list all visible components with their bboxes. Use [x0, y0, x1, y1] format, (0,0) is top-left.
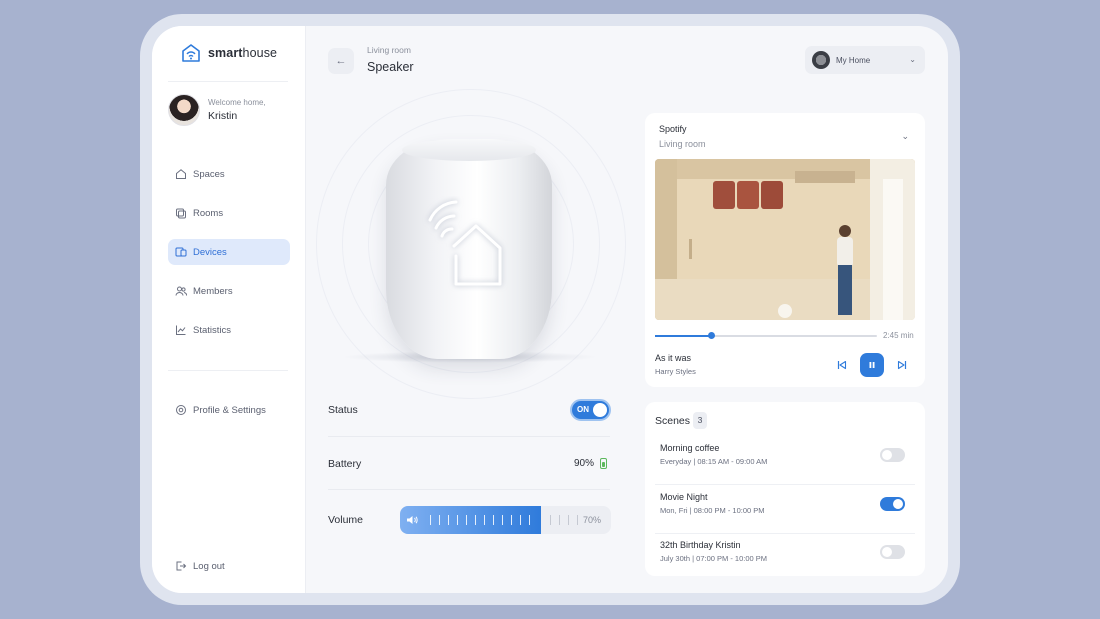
- smarthouse-logo-icon: [182, 44, 200, 62]
- avatar: [168, 94, 200, 126]
- player-source: Spotify: [659, 124, 687, 134]
- scene-item[interactable]: Morning coffee Everyday | 08:15 AM - 09:…: [645, 437, 925, 485]
- status-label: Status: [328, 404, 358, 416]
- chevron-down-icon: ⌄: [909, 55, 916, 64]
- statistics-icon: [176, 325, 186, 335]
- speaker-top: [402, 139, 536, 161]
- scene-item[interactable]: 32th Birthday Kristin July 30th | 07:00 …: [645, 534, 925, 582]
- progress-fill: [655, 335, 711, 337]
- divider: [655, 484, 915, 485]
- home-avatar: [812, 51, 830, 69]
- volume-label: Volume: [328, 514, 364, 526]
- sidebar-item-label: Devices: [193, 246, 227, 258]
- members-icon: [175, 286, 187, 296]
- toggle-knob: [593, 403, 607, 417]
- sidebar-item-label: Rooms: [193, 207, 224, 219]
- sidebar-item-spaces[interactable]: Spaces: [168, 161, 290, 187]
- logout-button[interactable]: Log out: [168, 553, 290, 579]
- volume-ticks: [430, 515, 530, 525]
- home-icon: [176, 169, 186, 179]
- scene-schedule: Everyday | 08:15 AM - 09:00 AM: [660, 457, 768, 466]
- home-selector-label: My Home: [836, 55, 871, 65]
- playback-progress[interactable]: [655, 332, 877, 339]
- sidebar-item-label: Spaces: [193, 168, 225, 180]
- divider: [168, 370, 288, 371]
- sidebar-item-devices[interactable]: Devices: [168, 239, 290, 265]
- devices-icon: [175, 247, 187, 257]
- toggle-state-label: ON: [577, 405, 589, 414]
- battery-label: Battery: [328, 458, 362, 470]
- scene-schedule: July 30th | 07:00 PM - 10:00 PM: [660, 554, 768, 563]
- battery-icon: [600, 458, 607, 469]
- chevron-down-icon[interactable]: ⌄: [901, 131, 909, 142]
- divider: [328, 489, 610, 490]
- sidebar-item-statistics[interactable]: Statistics: [168, 317, 290, 343]
- volume-value: 70%: [582, 515, 601, 525]
- sidebar-item-rooms[interactable]: Rooms: [168, 200, 290, 226]
- gear-icon: [176, 405, 186, 415]
- volume-slider[interactable]: 70%: [400, 506, 611, 534]
- scenes-title: Scenes: [655, 415, 691, 427]
- scene-name: 32th Birthday Kristin: [660, 540, 741, 550]
- sidebar: smarthouse Welcome home, Kristin Spaces …: [152, 26, 306, 593]
- back-button[interactable]: ←: [328, 48, 354, 74]
- arrow-left-icon: ←: [335, 55, 347, 67]
- scene-toggle[interactable]: [880, 497, 905, 511]
- scene-name: Morning coffee: [660, 443, 720, 453]
- app-screen: smarthouse Welcome home, Kristin Spaces …: [152, 26, 948, 593]
- skip-back-icon: [837, 360, 847, 370]
- sidebar-item-label: Statistics: [193, 324, 232, 336]
- pause-button[interactable]: [860, 353, 884, 377]
- brand-name: smarthouse: [208, 46, 278, 60]
- welcome-text: Welcome home,: [208, 98, 266, 107]
- song-title: As it was: [655, 353, 692, 363]
- page-title: Speaker: [367, 60, 414, 74]
- scene-name: Movie Night: [660, 492, 708, 502]
- music-player-card: Spotify Living room ⌄ 2:45 min As it was: [645, 113, 925, 387]
- skip-forward-icon: [897, 360, 907, 370]
- user-name: Kristin: [208, 110, 238, 122]
- scene-toggle[interactable]: [880, 448, 905, 462]
- smarthouse-speaker-logo-icon: [428, 200, 502, 286]
- next-track-button[interactable]: [890, 353, 914, 377]
- player-room: Living room: [659, 139, 706, 149]
- sidebar-item-label: Profile & Settings: [193, 404, 266, 416]
- home-selector[interactable]: My Home ⌄: [805, 46, 925, 74]
- artist-name: Harry Styles: [655, 367, 696, 376]
- scenes-count-badge: 3: [693, 412, 707, 429]
- rooms-icon: [176, 208, 186, 219]
- scene-schedule: Mon, Fri | 08:00 PM - 10:00 PM: [660, 506, 765, 515]
- scene-item[interactable]: Movie Night Mon, Fri | 08:00 PM - 10:00 …: [645, 486, 925, 534]
- logout-icon: [176, 561, 187, 571]
- speaker-volume-icon: [407, 516, 418, 524]
- user-profile[interactable]: Welcome home, Kristin: [168, 94, 266, 126]
- logout-label: Log out: [193, 560, 225, 572]
- sidebar-item-label: Members: [193, 285, 233, 297]
- battery-value: 90%: [574, 458, 595, 469]
- album-artwork: [655, 159, 915, 320]
- progress-knob[interactable]: [707, 332, 715, 339]
- sidebar-item-members[interactable]: Members: [168, 278, 290, 304]
- scenes-card: Scenes 3 Morning coffee Everyday | 08:15…: [645, 402, 925, 576]
- breadcrumb[interactable]: Living room: [367, 45, 411, 55]
- sidebar-item-profile-settings[interactable]: Profile & Settings: [168, 397, 290, 423]
- previous-track-button[interactable]: [830, 353, 854, 377]
- status-toggle[interactable]: ON: [570, 399, 611, 421]
- volume-ticks-empty: [550, 515, 578, 525]
- divider: [168, 81, 288, 82]
- pause-icon: [869, 362, 875, 368]
- divider: [328, 436, 610, 437]
- track-duration: 2:45 min: [883, 331, 914, 340]
- scene-toggle[interactable]: [880, 545, 905, 559]
- brand-logo[interactable]: smarthouse: [180, 42, 277, 64]
